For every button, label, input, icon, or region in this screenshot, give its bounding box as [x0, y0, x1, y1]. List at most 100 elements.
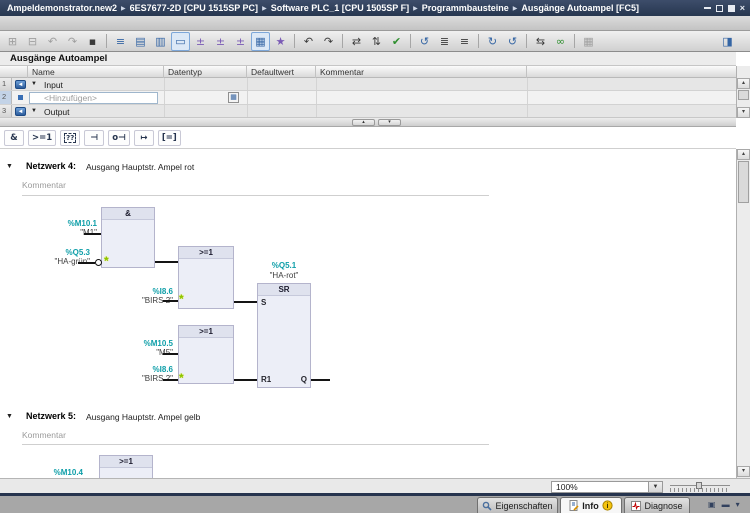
- or-box[interactable]: >=1: [99, 455, 153, 478]
- network5-collapse-icon[interactable]: ▼: [6, 413, 13, 420]
- dock-icon[interactable]: [728, 5, 735, 12]
- operand-address[interactable]: %M10.5: [128, 339, 173, 348]
- update-block-call-icon[interactable]: ⇅: [367, 32, 386, 51]
- cross-references-icon[interactable]: ⇆: [531, 32, 550, 51]
- operand-address[interactable]: %I8.6: [128, 365, 173, 374]
- close-all-networks-icon[interactable]: ▤: [131, 32, 150, 51]
- minimize-icon[interactable]: [704, 7, 711, 9]
- go-to-next-error-icon[interactable]: ↷: [63, 32, 82, 51]
- absolute-operands-icon[interactable]: ≣: [435, 32, 454, 51]
- table-row-input[interactable]: 1 ◄ ▼ Input: [0, 78, 736, 91]
- operand-address[interactable]: %Q5.1: [257, 261, 311, 270]
- sr-pin-r1[interactable]: R1: [261, 375, 271, 384]
- network4-title[interactable]: Ausgang Hauptstr. Ampel rot: [86, 162, 194, 172]
- favorites-star-icon[interactable]: ★: [271, 32, 290, 51]
- collapse-pane-icon[interactable]: ▾: [736, 500, 740, 509]
- assignment-button[interactable]: [=]: [158, 130, 181, 146]
- table-scrollbar[interactable]: ▴ ▾: [736, 66, 750, 118]
- network-comments-toggle-icon[interactable]: ▭: [171, 32, 190, 51]
- sr-pin-q[interactable]: Q: [285, 375, 307, 384]
- scroll-up-icon[interactable]: ▴: [737, 78, 750, 89]
- or-box[interactable]: >=1: [178, 246, 234, 309]
- network4-label[interactable]: Netzwerk 4:: [26, 161, 76, 171]
- open-all-networks-icon[interactable]: ≡: [111, 32, 130, 51]
- tag-comment-display-icon[interactable]: ±: [231, 32, 250, 51]
- collapse-networks-icon[interactable]: ▥: [151, 32, 170, 51]
- negated-input-button[interactable]: o⊣: [108, 130, 130, 146]
- collapse-triangle-icon[interactable]: ▼: [31, 108, 37, 114]
- header-defaultwert[interactable]: Defaultwert: [247, 66, 316, 78]
- go-to-previous-error-icon[interactable]: ↶: [43, 32, 62, 51]
- insert-network-icon[interactable]: ⊞: [3, 32, 22, 51]
- collapse-triangle-icon[interactable]: ▼: [31, 81, 37, 87]
- zoom-slider[interactable]: [670, 481, 730, 493]
- or-box-button[interactable]: >=1: [28, 130, 56, 146]
- operand-address[interactable]: %M10.4: [38, 468, 83, 477]
- datatype-picker-button[interactable]: ▦: [228, 92, 239, 103]
- table-row-output[interactable]: 3 ◄ ▼ Output: [0, 105, 736, 118]
- scroll-down-icon[interactable]: ▾: [737, 466, 750, 477]
- network5-title[interactable]: Ausgang Hauptstr. Ampel gelb: [86, 412, 200, 422]
- section-label[interactable]: Input: [44, 80, 63, 90]
- network4-comment[interactable]: Kommentar: [22, 180, 66, 190]
- network4-collapse-icon[interactable]: ▼: [6, 163, 13, 170]
- restore-icon[interactable]: [716, 5, 723, 12]
- favorites-toggle-icon[interactable]: ▦: [251, 32, 270, 51]
- and-box[interactable]: &: [101, 207, 155, 268]
- table-row-add[interactable]: 2 ▦: [0, 91, 736, 105]
- operand-address[interactable]: %I8.6: [128, 287, 173, 296]
- refresh-icon[interactable]: ↻: [483, 32, 502, 51]
- sr-pin-s[interactable]: S: [261, 298, 266, 307]
- editor-layout-icon[interactable]: ◨: [718, 32, 737, 51]
- splitter-up-icon[interactable]: ▴: [352, 119, 375, 126]
- redo-icon[interactable]: ↷: [319, 32, 338, 51]
- pane-splitter[interactable]: ▴ ▾: [0, 118, 736, 127]
- scroll-down-icon[interactable]: ▾: [737, 107, 750, 118]
- synchronize-icon[interactable]: ↺: [503, 32, 522, 51]
- zoom-dropdown-icon[interactable]: ▼: [648, 482, 662, 492]
- or-box[interactable]: >=1: [178, 325, 234, 384]
- tab-eigenschaften[interactable]: Eigenschaften: [477, 497, 558, 513]
- tab-info[interactable]: Info i: [560, 497, 622, 513]
- open-branch-button[interactable]: ⊣: [84, 130, 104, 146]
- editor-scrollbar[interactable]: ▴ ▾: [736, 149, 750, 478]
- operand-address[interactable]: %M10.1: [50, 219, 97, 228]
- undo-icon[interactable]: ↶: [299, 32, 318, 51]
- operand-name[interactable]: "HA-rot": [257, 271, 311, 280]
- zoom-select[interactable]: 100% ▼: [551, 481, 663, 493]
- delete-network-icon[interactable]: ⊟: [23, 32, 42, 51]
- network5-comment[interactable]: Kommentar: [22, 430, 66, 440]
- breadcrumb-item[interactable]: Ampeldemonstrator.new2: [7, 3, 117, 13]
- scroll-up-icon[interactable]: ▴: [737, 149, 750, 160]
- empty-box-button[interactable]: ??: [60, 130, 80, 146]
- program-editor[interactable]: ▼ Netzwerk 4: Ausgang Hauptstr. Ampel ro…: [0, 149, 736, 478]
- editor-scrollbar-thumb[interactable]: [738, 161, 749, 203]
- call-environment-icon[interactable]: ⇄: [347, 32, 366, 51]
- keep-layout-icon[interactable]: ▪: [83, 32, 102, 51]
- header-kommentar[interactable]: Kommentar: [316, 66, 527, 78]
- float-pane-icon[interactable]: ▣: [708, 500, 716, 509]
- data-block-icon[interactable]: ▦: [579, 32, 598, 51]
- breadcrumb-item[interactable]: Programmbausteine: [422, 3, 509, 13]
- branch-button[interactable]: ↦: [134, 130, 154, 146]
- minimize-pane-icon[interactable]: ▬: [722, 500, 730, 509]
- negation-circle-icon[interactable]: [95, 259, 102, 266]
- tab-diagnose[interactable]: Diagnose: [624, 497, 690, 513]
- breadcrumb-item[interactable]: 6ES7677-2D [CPU 1515SP PC]: [130, 3, 258, 13]
- operand-display-icon[interactable]: ±: [191, 32, 210, 51]
- and-box-button[interactable]: &: [4, 130, 24, 146]
- header-datentyp[interactable]: Datentyp: [164, 66, 247, 78]
- add-variable-input[interactable]: [29, 92, 158, 104]
- table-scrollbar-thumb[interactable]: [738, 90, 749, 100]
- header-name[interactable]: Name: [28, 66, 164, 78]
- operand-address[interactable]: %Q5.3: [42, 248, 90, 257]
- consistency-check-icon[interactable]: ✔: [387, 32, 406, 51]
- go-to-definition-icon[interactable]: ↺: [415, 32, 434, 51]
- network5-label[interactable]: Netzwerk 5:: [26, 411, 76, 421]
- tag-info-display-icon[interactable]: ±: [211, 32, 230, 51]
- section-label[interactable]: Output: [44, 107, 70, 117]
- breadcrumb-item[interactable]: Ausgänge Autoampel [FC5]: [521, 3, 639, 13]
- breadcrumb-item[interactable]: Software PLC_1 [CPU 1505SP F]: [271, 3, 409, 13]
- symbolic-operands-icon[interactable]: ≡: [455, 32, 474, 51]
- splitter-down-icon[interactable]: ▾: [378, 119, 401, 126]
